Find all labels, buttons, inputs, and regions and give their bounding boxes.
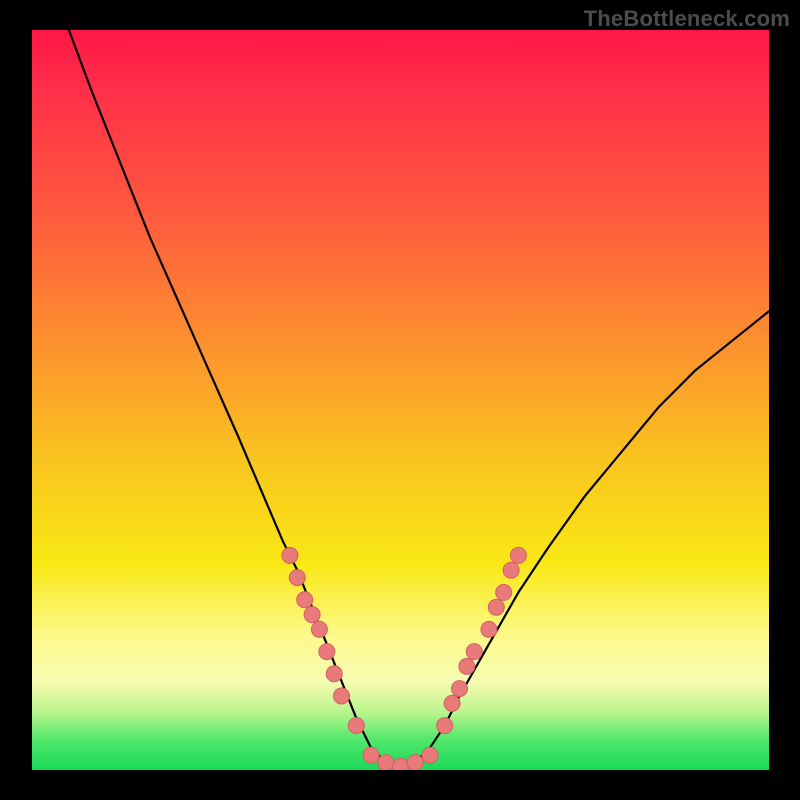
data-point — [363, 747, 379, 763]
data-point — [334, 688, 350, 704]
data-point — [326, 666, 342, 682]
data-point — [444, 695, 460, 711]
data-point — [422, 747, 438, 763]
chart-svg — [32, 30, 769, 770]
data-point — [297, 592, 313, 608]
data-point — [348, 718, 364, 734]
data-point — [304, 607, 320, 623]
data-point — [452, 681, 468, 697]
watermark-label: TheBottleneck.com — [584, 6, 790, 32]
data-point — [407, 755, 423, 770]
data-point — [481, 621, 497, 637]
data-point — [289, 570, 305, 586]
data-point — [503, 562, 519, 578]
plot-area — [32, 30, 769, 770]
data-point — [466, 644, 482, 660]
data-point — [437, 718, 453, 734]
data-point — [378, 755, 394, 770]
data-markers — [282, 547, 527, 770]
data-point — [393, 758, 409, 770]
bottleneck-curve — [69, 30, 769, 770]
curve-group — [69, 30, 769, 770]
data-point — [282, 547, 298, 563]
data-point — [311, 621, 327, 637]
data-point — [319, 644, 335, 660]
data-point — [510, 547, 526, 563]
data-point — [496, 584, 512, 600]
data-point — [459, 658, 475, 674]
chart-frame: TheBottleneck.com — [0, 0, 800, 800]
data-point — [488, 599, 504, 615]
